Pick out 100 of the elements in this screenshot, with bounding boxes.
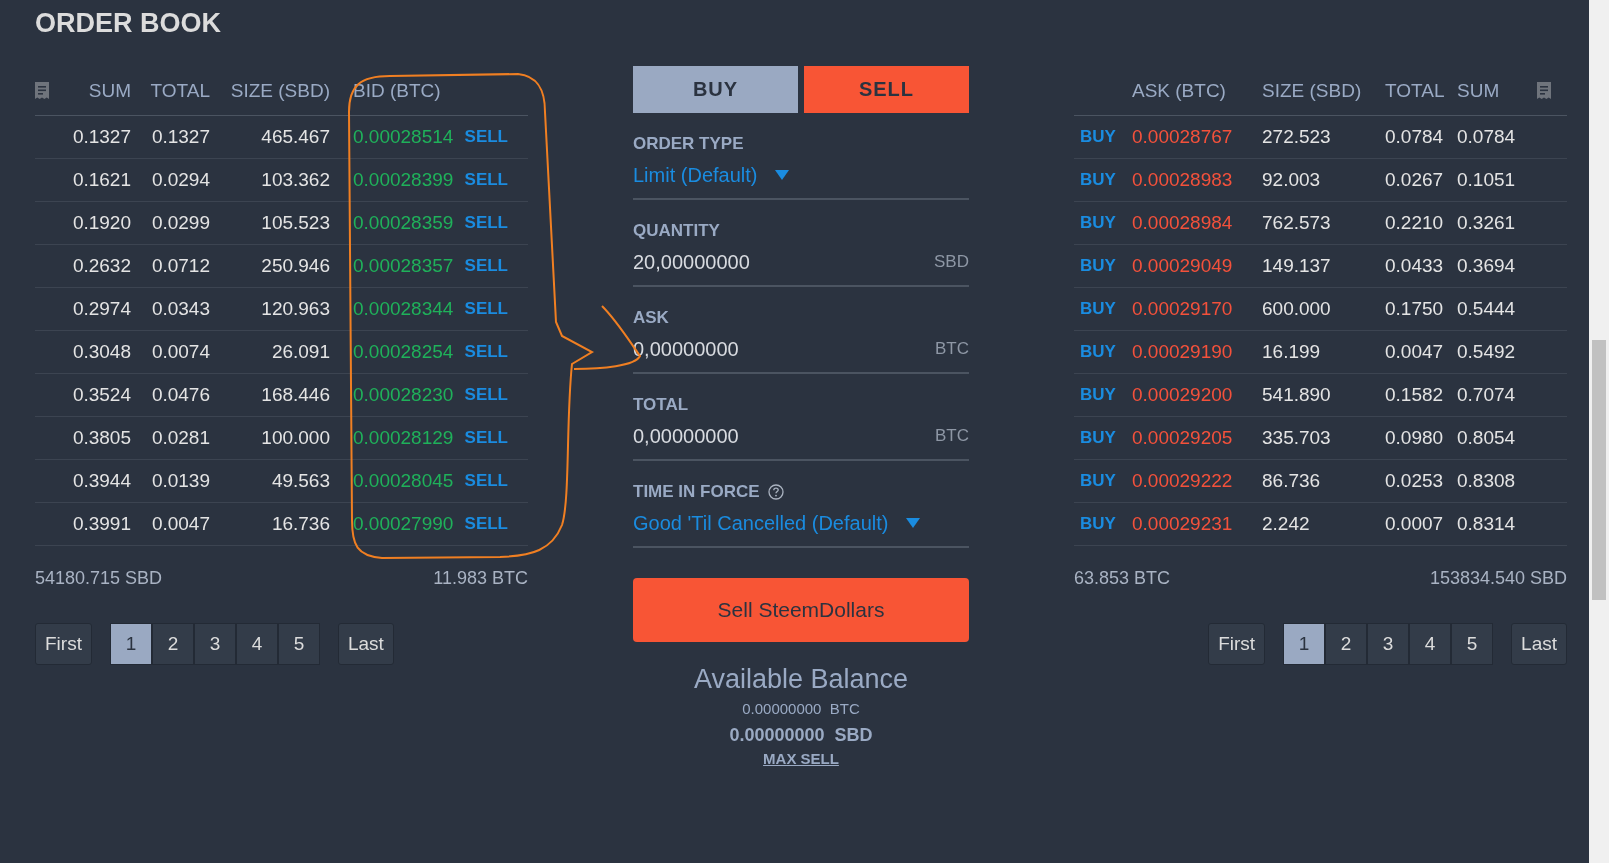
sell-link[interactable]: SELL (458, 127, 528, 147)
bid-price: 0.00027990 (352, 513, 455, 535)
sell-link[interactable]: SELL (458, 471, 528, 491)
table-cell-text: 0.8314 (1457, 513, 1517, 535)
table-cell-text: 0.0074 (150, 341, 210, 363)
table-cell-text: 0.0299 (150, 212, 210, 234)
sell-link[interactable]: SELL (458, 256, 528, 276)
receipt-icon (35, 82, 49, 99)
bid-price: 0.00028359 (352, 212, 455, 234)
page-button[interactable]: 5 (277, 623, 320, 665)
buy-link[interactable]: BUY (1074, 170, 1132, 190)
sell-button[interactable]: Sell SteemDollars (633, 578, 969, 642)
first-page-button[interactable]: First (1208, 623, 1266, 665)
sell-link[interactable]: SELL (458, 213, 528, 233)
table-cell-text: 0.0476 (150, 384, 210, 406)
order-tab[interactable]: BUY (633, 66, 798, 113)
table-cell-text: 762.573 (1262, 212, 1332, 234)
buy-link[interactable]: BUY (1074, 127, 1132, 147)
table-cell-text: 0.1920 (71, 212, 131, 234)
table-cell-text: 149.137 (1262, 255, 1332, 277)
table-cell-text: 0.8308 (1457, 470, 1517, 492)
column-header: SUM (1457, 79, 1501, 102)
scrollbar-thumb[interactable] (1592, 340, 1606, 600)
table-cell-text: 0.3805 (71, 427, 131, 449)
sell-link[interactable]: SELL (458, 170, 528, 190)
buy-link[interactable]: BUY (1074, 213, 1132, 233)
last-page-button[interactable]: Last (337, 623, 394, 665)
table-cell-text: 100.000 (260, 427, 330, 449)
buy-link[interactable]: BUY (1074, 428, 1132, 448)
table-cell-text: 0.3261 (1457, 212, 1517, 234)
bid-price: 0.00028399 (352, 169, 455, 191)
table-cell-text: 0.3694 (1457, 255, 1517, 277)
buy-link[interactable]: BUY (1074, 385, 1132, 405)
input-field[interactable]: 20,00000000 (633, 250, 833, 274)
order-tab[interactable]: SELL (804, 66, 969, 113)
page-button[interactable]: 3 (1367, 623, 1410, 665)
bid-price: 0.00028230 (352, 384, 455, 406)
column-header: ASK (BTC) (1132, 79, 1227, 102)
page-button[interactable]: 4 (235, 623, 278, 665)
table-cell-text: 0.0712 (150, 255, 210, 277)
table-cell-text: 86.736 (1262, 470, 1322, 492)
table-cell-text: 16.736 (270, 513, 330, 535)
page-button[interactable]: 1 (109, 623, 152, 665)
buy-link[interactable]: BUY (1074, 471, 1132, 491)
table-cell-text: 0.0253 (1385, 470, 1445, 492)
input-field[interactable]: 0,00000000 (633, 424, 833, 448)
receipt-icon (1537, 82, 1551, 99)
table-cell-text: 0.5492 (1457, 341, 1517, 363)
max-sell-link[interactable]: MAX SELL (763, 750, 839, 767)
sell-link[interactable]: SELL (458, 299, 528, 319)
table-cell-text: 105.523 (260, 212, 330, 234)
sell-link[interactable]: SELL (458, 514, 528, 534)
table-cell-text: 0.0281 (150, 427, 210, 449)
bid-price: 0.00028254 (352, 341, 455, 363)
table-cell-text: 0.0007 (1385, 513, 1445, 535)
total-amount: 153834.540 SBD (1429, 568, 1567, 589)
page-button[interactable]: 5 (1451, 623, 1494, 665)
buy-link[interactable]: BUY (1074, 514, 1132, 534)
page-button[interactable]: 2 (1325, 623, 1368, 665)
field-label: ASK (633, 308, 669, 328)
table-cell-text: 0.2632 (71, 255, 131, 277)
table-cell-text: 0.3991 (71, 513, 131, 535)
table-cell-text: 0.0980 (1385, 427, 1445, 449)
sell-link[interactable]: SELL (458, 342, 528, 362)
scrollbar[interactable] (1589, 0, 1609, 863)
table-cell-text: 0.7074 (1457, 384, 1517, 406)
bid-price: 0.00028344 (352, 298, 455, 320)
table-cell-text: 0.2974 (71, 298, 131, 320)
sell-link[interactable]: SELL (458, 385, 528, 405)
table-cell-text: 92.003 (1262, 169, 1322, 191)
page-button[interactable]: 3 (193, 623, 236, 665)
buy-link[interactable]: BUY (1074, 299, 1132, 319)
sell-link[interactable]: SELL (458, 428, 528, 448)
ask-price: 0.00028984 (1132, 212, 1234, 234)
ask-price: 0.00029190 (1132, 341, 1234, 363)
dropdown[interactable]: Good 'Til Cancelled (Default) (633, 511, 921, 535)
total-amount: 63.853 BTC (1074, 568, 1171, 589)
column-header: TOTAL (149, 79, 210, 102)
buy-link[interactable]: BUY (1074, 342, 1132, 362)
table-cell-text: 0.1582 (1385, 384, 1445, 406)
first-page-button[interactable]: First (35, 623, 92, 665)
dropdown[interactable]: Limit (Default) (633, 163, 790, 187)
table-cell-text: 0.3944 (71, 470, 131, 492)
page-button[interactable]: 1 (1283, 623, 1326, 665)
column-header: SUM (87, 79, 131, 102)
caret-icon (906, 518, 921, 528)
ask-price: 0.00028983 (1132, 169, 1234, 191)
table-cell-text: 0.5444 (1457, 298, 1517, 320)
last-page-button[interactable]: Last (1511, 623, 1567, 665)
table-cell-text: 0.1621 (71, 169, 131, 191)
page-button[interactable]: 2 (151, 623, 194, 665)
bid-price: 0.00028357 (352, 255, 455, 277)
table-cell-text: 0.1327 (150, 126, 210, 148)
table-cell-text: 0.3048 (71, 341, 131, 363)
table-cell-text: 16.199 (1262, 341, 1322, 363)
field-label: QUANTITY (633, 221, 720, 241)
table-cell-text: 0.0047 (1385, 341, 1445, 363)
page-button[interactable]: 4 (1409, 623, 1452, 665)
table-cell-text: 0.0294 (150, 169, 210, 191)
buy-link[interactable]: BUY (1074, 256, 1132, 276)
